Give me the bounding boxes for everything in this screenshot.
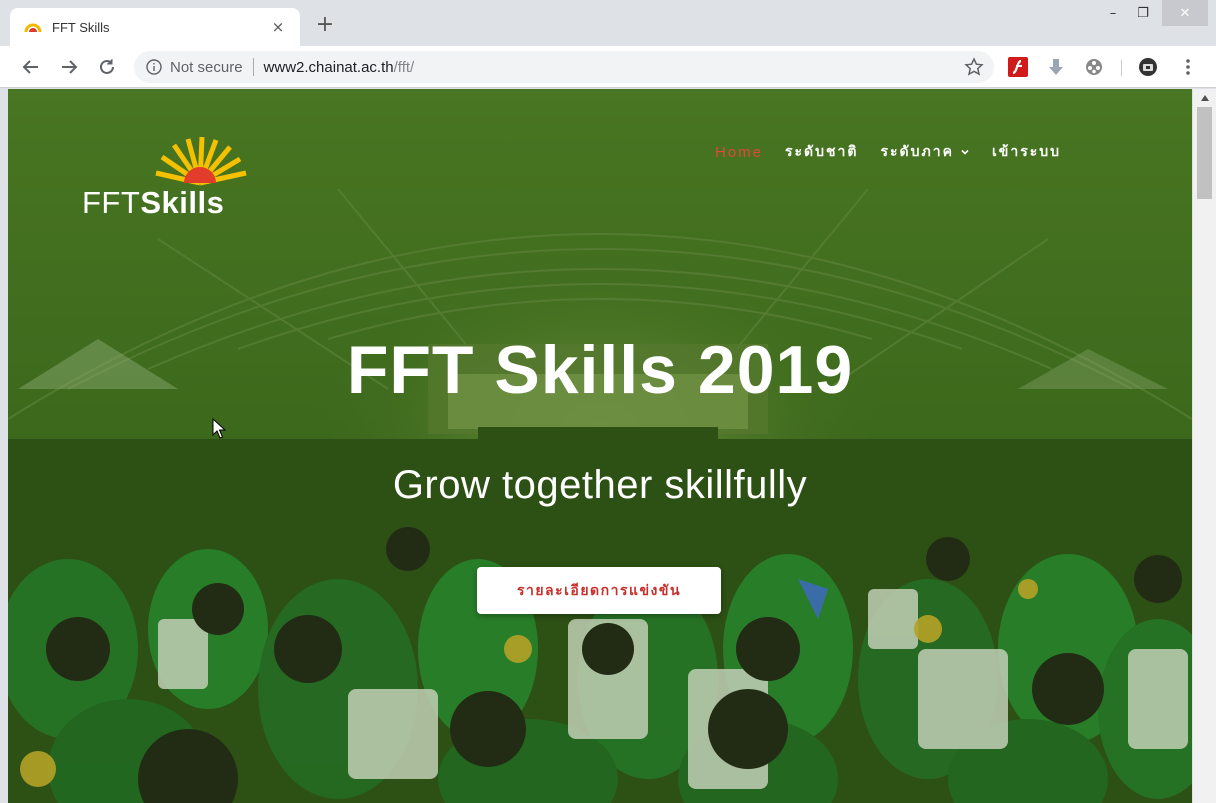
minimize-button[interactable]: –	[1098, 0, 1128, 26]
back-button[interactable]	[18, 54, 44, 80]
browser-tab[interactable]: FFT Skills ×	[10, 8, 300, 46]
bookmark-star-icon[interactable]	[964, 57, 984, 77]
reload-button[interactable]	[94, 54, 120, 80]
forward-arrow-icon	[62, 60, 78, 74]
nav-item-login[interactable]: เข้าระบบ	[992, 141, 1061, 163]
download-extension-icon[interactable]	[1046, 57, 1066, 77]
restore-button[interactable]: ❐	[1128, 0, 1158, 26]
address-bar[interactable]: Not secure www2.chainat.ac.th/fft/	[134, 51, 994, 83]
new-tab-button[interactable]: +	[312, 12, 338, 38]
url-host: www2.chainat.ac.th	[263, 58, 394, 76]
main-nav: Home ระดับชาติ ระดับภาค เข้าระบบ	[715, 141, 1083, 163]
flash-extension-icon[interactable]	[1008, 57, 1028, 77]
nav-item-regional-label: ระดับภาค	[880, 144, 954, 160]
logo-text-skills: Skills	[140, 185, 225, 220]
nav-item-regional[interactable]: ระดับภาค	[881, 141, 970, 163]
nav-item-home[interactable]: Home	[715, 144, 763, 161]
logo-text-fft: FFT	[82, 185, 141, 220]
reload-icon	[100, 59, 114, 74]
tab-close-icon[interactable]: ×	[268, 18, 288, 36]
film-extension-icon[interactable]	[1084, 57, 1104, 77]
close-window-button[interactable]: ✕	[1162, 0, 1208, 26]
competition-details-button[interactable]: รายละเอียดการแข่งขัน	[477, 567, 721, 614]
browser-toolbar: Not secure www2.chainat.ac.th/fft/	[0, 46, 1216, 88]
profile-extension-icon[interactable]	[1138, 57, 1158, 77]
address-separator	[252, 58, 254, 76]
scroll-up-arrow-icon	[1200, 94, 1209, 101]
forward-button[interactable]	[56, 54, 82, 80]
page-viewport: FFTSkills Home ระดับชาติ ระดับภาค เข้าระ…	[8, 89, 1192, 803]
info-icon[interactable]	[146, 59, 162, 75]
scroll-up-button[interactable]	[1193, 89, 1216, 106]
vertical-scrollbar[interactable]	[1192, 89, 1216, 803]
logo-text: FFTSkills	[82, 185, 224, 221]
nav-item-national[interactable]: ระดับชาติ	[785, 141, 858, 163]
chevron-down-icon	[961, 149, 969, 155]
url-path: /fft/	[393, 58, 415, 76]
toolbar-divider	[1121, 60, 1122, 76]
hero-title: FFT Skills 2019	[346, 332, 854, 408]
menu-kebab-icon[interactable]	[1178, 57, 1198, 77]
site-logo[interactable]: FFTSkills	[80, 133, 260, 223]
browser-titlebar: FFT Skills × + – ❐ ✕	[0, 0, 1216, 46]
scrollbar-thumb[interactable]	[1197, 107, 1212, 199]
security-label: Not secure	[170, 58, 243, 76]
mouse-pointer-icon	[212, 418, 226, 439]
sunburst-logo-icon	[155, 136, 247, 186]
back-arrow-icon	[22, 60, 38, 74]
tab-title: FFT Skills	[52, 19, 110, 35]
window-controls: – ❐ ✕	[1098, 0, 1208, 28]
hero-subtitle: Grow together skillfully	[392, 463, 808, 507]
fft-favicon-icon	[24, 23, 42, 33]
